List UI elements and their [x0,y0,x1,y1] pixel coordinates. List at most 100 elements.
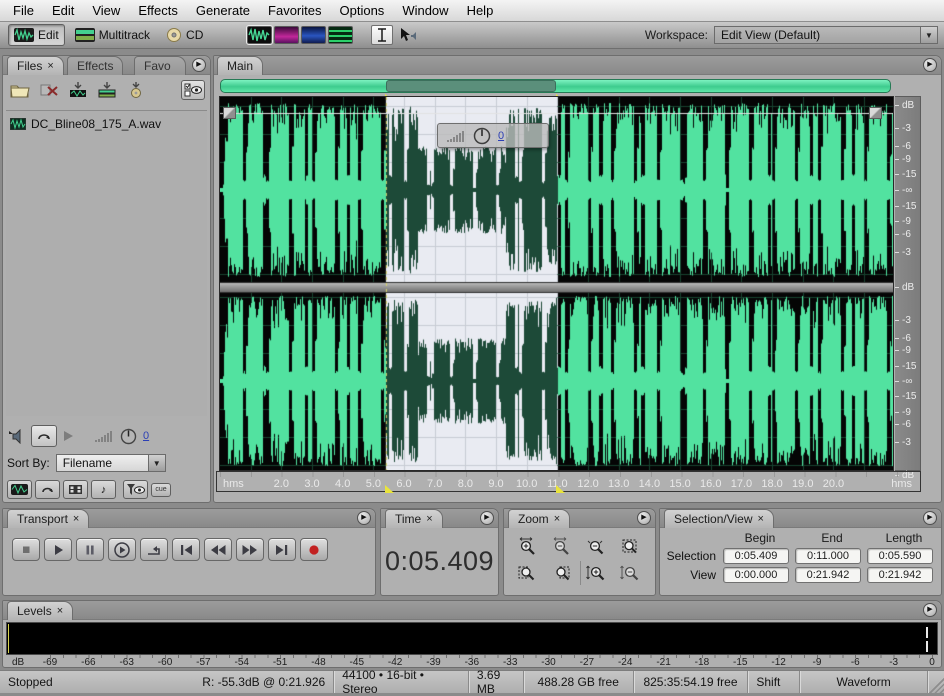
waveform-display[interactable]: 0 [219,96,894,471]
time-selection-tool[interactable] [371,25,393,45]
waveform-display-button[interactable] [247,26,272,44]
tab-zoom[interactable]: Zoom × [508,509,570,528]
db-ruler[interactable]: dB-3-3-6-6-9-9-15-15-∞dB-3-3-6-6-9-9-15-… [895,96,921,471]
tab-levels[interactable]: Levels × [7,601,73,620]
insert-into-cd-button[interactable] [124,80,148,100]
files-panel-menu-button[interactable]: ▶ [192,58,206,72]
scrub-tool[interactable] [397,25,419,45]
record-button[interactable] [300,538,328,561]
show-options-toggle[interactable] [181,80,205,100]
main-panel-menu-button[interactable]: ▶ [923,58,937,72]
stop-button[interactable] [12,538,40,561]
preview-play-button[interactable] [63,430,74,442]
range-handle-left[interactable] [223,107,236,119]
show-midi-files-toggle[interactable]: ♪ [91,480,116,499]
file-list-item[interactable]: DC_Bline08_175_A.wav [10,117,203,131]
preview-gain-value[interactable]: 0 [143,430,149,442]
selview-panel-menu-button[interactable]: ▶ [923,511,937,525]
menu-view[interactable]: View [83,1,129,20]
tab-files[interactable]: Files × [7,56,64,75]
spectral-pan-button[interactable] [301,26,326,44]
zoom-out-horizontal-button[interactable] [546,535,577,559]
show-video-files-toggle[interactable] [63,480,88,499]
timeline-ruler[interactable]: hms2.03.04.05.06.07.08.09.010.011.012.01… [216,471,921,492]
workspace-dropdown[interactable]: Edit View (Default) ▼ [714,26,938,44]
show-audio-files-toggle[interactable] [7,480,32,499]
tab-files-close-icon[interactable]: × [47,60,53,72]
tab-time[interactable]: Time × [385,509,443,528]
transport-panel-menu-button[interactable]: ▶ [357,511,371,525]
spectral-frequency-button[interactable] [274,26,299,44]
filter-eye-toggle[interactable] [123,480,148,499]
tab-zoom-close-icon[interactable]: × [554,513,560,525]
show-loop-files-toggle[interactable] [35,480,60,499]
timeline-selection-end-marker[interactable] [556,485,565,493]
zoom-out-vertical-button[interactable] [614,561,645,585]
hud-gain-value[interactable]: 0 [498,130,504,142]
menu-file[interactable]: File [4,1,43,20]
selection-end-field[interactable]: 0:11.000 [795,548,861,564]
menu-favorites[interactable]: Favorites [259,1,330,20]
play-looped-button[interactable] [140,538,168,561]
tab-time-close-icon[interactable]: × [426,513,432,525]
import-file-button[interactable] [8,80,32,100]
waveform-canvas[interactable] [220,97,893,470]
selection-volume-hud[interactable]: 0 [437,123,549,148]
menu-help[interactable]: Help [458,1,503,20]
zoom-out-full-button[interactable] [580,535,611,559]
zoom-selection-left-edge-button[interactable] [512,561,543,585]
cue-list-button[interactable]: cue [151,483,171,497]
tab-main[interactable]: Main [217,56,263,75]
sort-by-dropdown-arrow[interactable]: ▼ [148,455,165,471]
hud-gain-knob[interactable] [473,127,491,145]
play-from-cursor-button[interactable] [108,538,136,561]
levels-panel-menu-button[interactable]: ▶ [923,603,937,617]
go-to-beginning-button[interactable] [172,538,200,561]
zoom-in-horizontal-button[interactable] [512,535,543,559]
tab-levels-close-icon[interactable]: × [57,605,63,617]
preview-volume-icon[interactable] [94,430,114,442]
loop-preview-button[interactable] [31,425,57,447]
tab-selection-view[interactable]: Selection/View × [664,509,774,528]
menu-options[interactable]: Options [331,1,394,20]
menu-edit[interactable]: Edit [43,1,83,20]
rewind-button[interactable] [204,538,232,561]
pause-button[interactable] [76,538,104,561]
sort-by-dropdown[interactable]: Filename ▼ [56,454,166,472]
view-length-field[interactable]: 0:21.942 [867,567,933,583]
time-panel-menu-button[interactable]: ▶ [480,511,494,525]
cd-view-button[interactable]: CD [160,24,209,46]
spectral-phase-button[interactable] [328,26,353,44]
zoom-selection-right-edge-button[interactable] [546,561,577,585]
overview-selection-region[interactable] [386,80,556,92]
overview-scrollbar[interactable] [220,79,891,93]
zoom-to-selection-button[interactable] [614,535,645,559]
play-button[interactable] [44,538,72,561]
multitrack-view-button[interactable]: Multitrack [69,24,156,46]
resize-grip[interactable] [928,671,944,693]
close-file-button[interactable] [37,80,61,100]
view-end-field[interactable]: 0:21.942 [795,567,861,583]
menu-effects[interactable]: Effects [129,1,187,20]
tab-transport[interactable]: Transport × [7,509,89,528]
selection-begin-field[interactable]: 0:05.409 [723,548,789,564]
tab-effects[interactable]: Effects [67,56,123,75]
timeline-selection-start-marker[interactable] [385,485,394,493]
menu-generate[interactable]: Generate [187,1,259,20]
tab-selection-view-close-icon[interactable]: × [758,513,764,525]
edit-view-button[interactable]: Edit [8,24,65,46]
insert-into-edit-button[interactable] [66,80,90,100]
level-meter[interactable] [6,622,938,655]
zoom-panel-menu-button[interactable]: ▶ [637,511,651,525]
auto-play-speaker-icon[interactable] [7,429,25,444]
selection-length-field[interactable]: 0:05.590 [867,548,933,564]
insert-into-multitrack-button[interactable] [95,80,119,100]
preview-gain-knob[interactable] [120,428,137,445]
menu-window[interactable]: Window [393,1,457,20]
tab-favorites[interactable]: Favo [134,56,186,75]
fast-forward-button[interactable] [236,538,264,561]
range-handle-right[interactable] [869,107,882,119]
workspace-dropdown-arrow[interactable]: ▼ [920,27,937,43]
view-begin-field[interactable]: 0:00.000 [723,567,789,583]
tab-transport-close-icon[interactable]: × [73,513,79,525]
